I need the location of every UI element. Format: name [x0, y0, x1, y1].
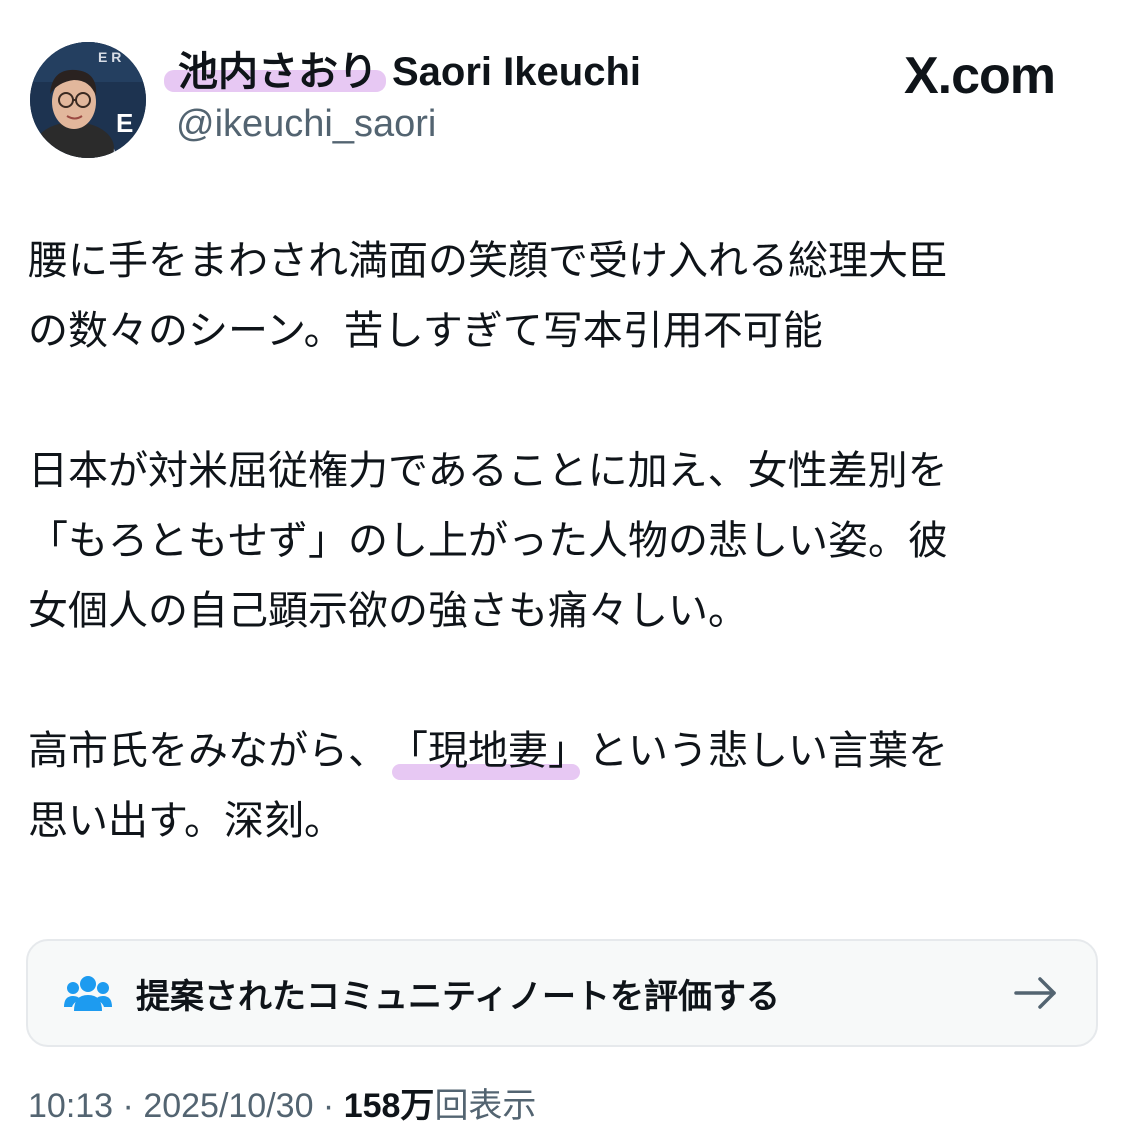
text-line: 思い出す。深刻。: [28, 798, 344, 844]
author-name-row[interactable]: 池内さおり Saori Ikeuchi: [164, 44, 641, 100]
paragraph-2: 日本が対米屈従権力であることに加え、女性差別を 「もろともせず」のし上がった人物…: [28, 436, 1098, 646]
text-line: 高市氏をみながら、 「現地妻」という悲しい言葉を: [28, 716, 1098, 786]
paragraph-1: 腰に手をまわされ満面の笑顔で受け入れる総理大臣 の数々のシーン。苦しすぎて写本引…: [28, 226, 1098, 366]
paragraph-3: 高市氏をみながら、 「現地妻」という悲しい言葉を 思い出す。深刻。: [28, 716, 1098, 856]
brand-label: X.com: [903, 47, 1056, 105]
views-label: 回表示: [434, 1086, 537, 1126]
highlighted-phrase: 「現地妻」: [388, 716, 588, 786]
people-icon: [64, 976, 112, 1011]
views-count[interactable]: 158万: [344, 1087, 435, 1125]
meta-separator: ·: [113, 1087, 144, 1125]
text-line: の数々のシーン。苦しすぎて写本引用不可能: [28, 308, 823, 354]
svg-text:E R: E R: [98, 49, 121, 65]
profile-photo: E R E Q U A: [30, 42, 146, 158]
text-line: 腰に手をまわされ満面の笑顔で受け入れる総理大臣: [28, 238, 948, 284]
display-name-jp[interactable]: 池内さおり: [164, 44, 386, 100]
brand-mark: X.com: [903, 44, 1056, 108]
text-line: 女個人の自己顕示欲の強さも痛々しい。: [28, 588, 748, 634]
avatar[interactable]: E R E Q U A: [30, 42, 146, 158]
tweet-screenshot: E R E Q U A 池内さおり Saori Ikeuchi @ikeuchi…: [0, 0, 1125, 1145]
text-segment: という悲しい言葉を: [588, 728, 948, 774]
arrow-right-icon: [1014, 977, 1056, 1009]
tweet-date[interactable]: 2025/10/30: [143, 1087, 313, 1125]
author-handle[interactable]: @ikeuchi_saori: [176, 100, 436, 148]
tweet-time[interactable]: 10:13: [28, 1087, 113, 1125]
text-line: 「もろともせず」のし上がった人物の悲しい姿。彼: [28, 518, 948, 564]
community-note-label: 提案されたコミュニティノートを評価する: [136, 976, 780, 1017]
community-note-button[interactable]: 提案されたコミュニティノートを評価する: [26, 939, 1098, 1047]
tweet-meta: 10:13 · 2025/10/30 · 158万回表示: [28, 1082, 536, 1130]
text-line: 日本が対米屈従権力であることに加え、女性差別を: [28, 448, 948, 494]
tweet-text: 腰に手をまわされ満面の笑顔で受け入れる総理大臣 の数々のシーン。苦しすぎて写本引…: [28, 226, 1098, 856]
meta-separator: ·: [313, 1087, 344, 1125]
svg-text:E: E: [116, 108, 133, 138]
text-segment: 高市氏をみながら、: [28, 728, 388, 774]
display-name-en[interactable]: Saori Ikeuchi: [392, 44, 641, 100]
